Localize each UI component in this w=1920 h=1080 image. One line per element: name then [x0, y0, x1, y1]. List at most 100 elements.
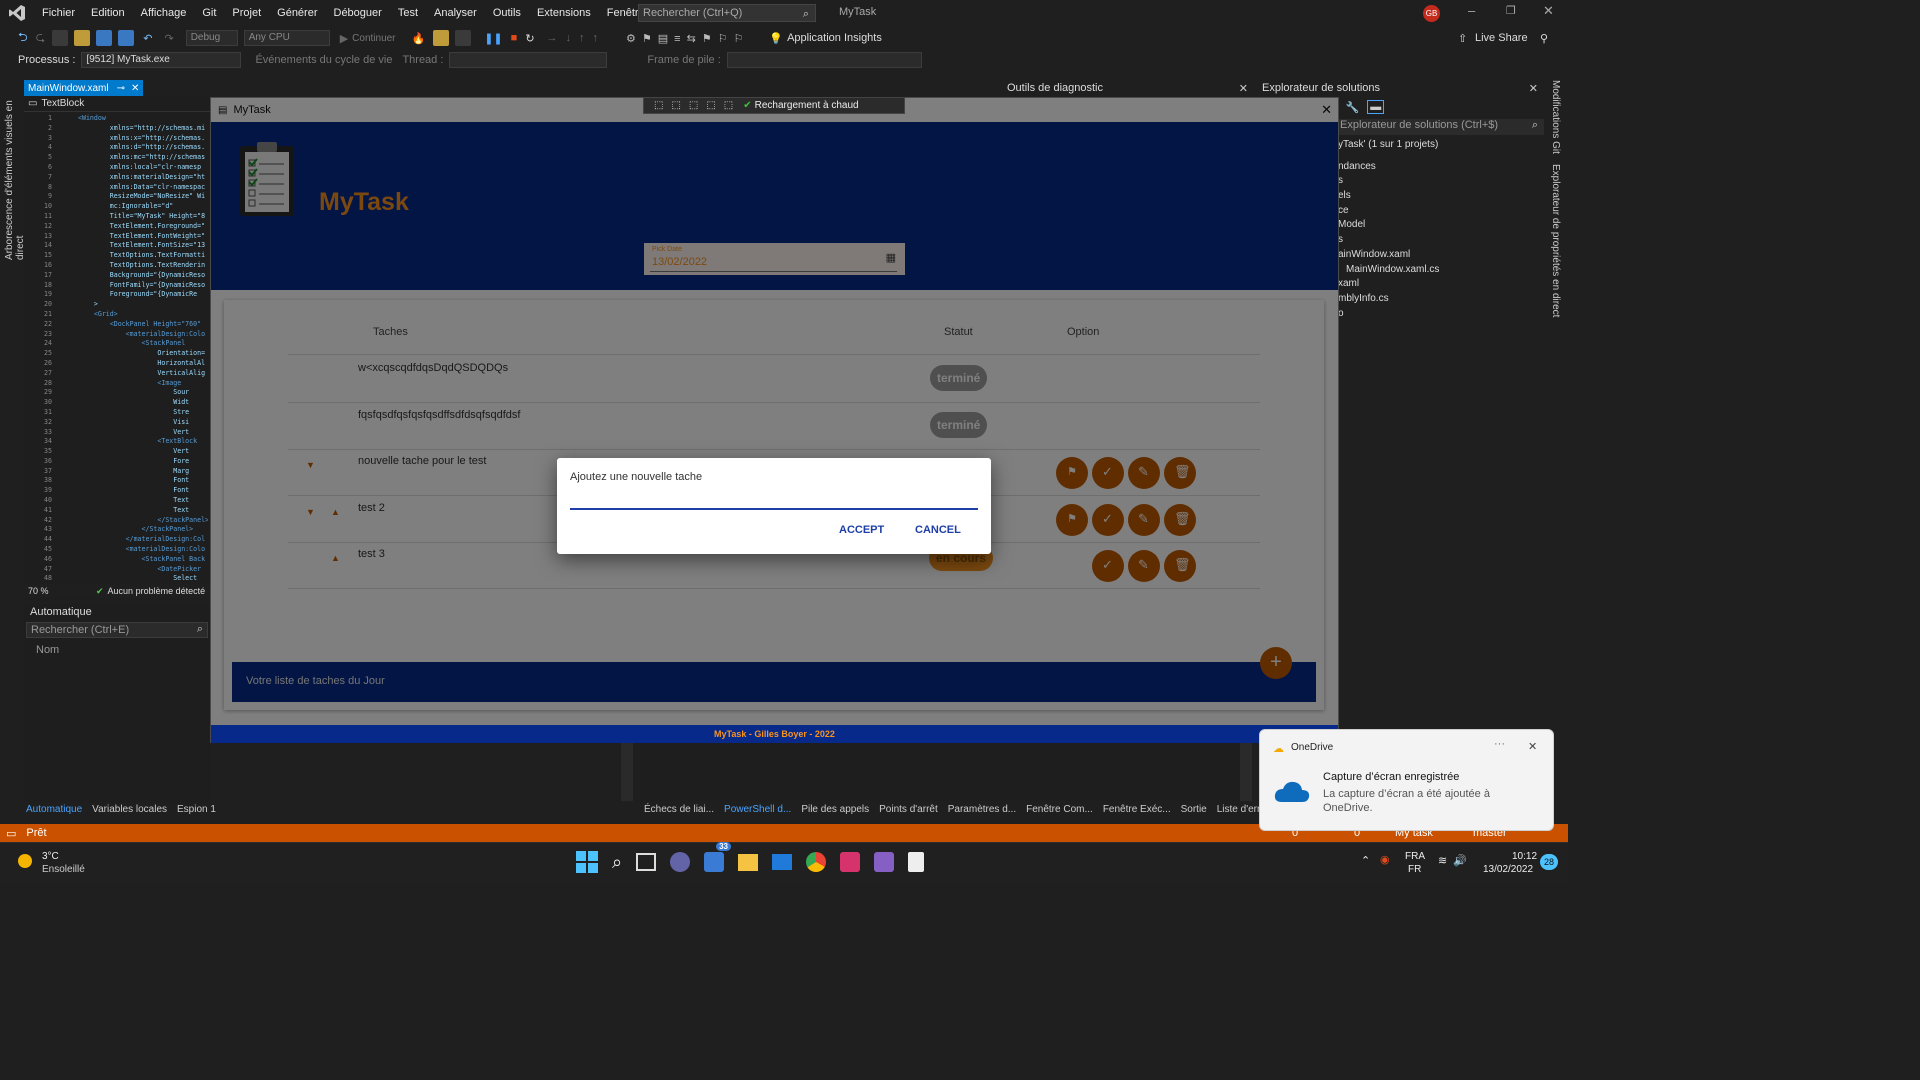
code-line[interactable]: VerticalAlig	[78, 369, 208, 379]
code-line[interactable]: HorizontalAl	[78, 359, 208, 369]
code-line[interactable]: >	[78, 300, 208, 310]
code-line[interactable]: </materialDesign:Col	[78, 535, 208, 545]
bottom-tab[interactable]: Fenêtre Com...	[1026, 804, 1093, 815]
solution-tree-item[interactable]: s	[1338, 234, 1544, 249]
scrollbar[interactable]	[621, 743, 633, 801]
menu-item-6[interactable]: Déboguer	[326, 7, 390, 19]
code-line[interactable]: </StackPanel>	[78, 525, 208, 535]
solution-tree-item[interactable]: els	[1338, 190, 1544, 205]
code-line[interactable]: Text	[78, 496, 208, 506]
continue-icon[interactable]: ▶	[340, 32, 348, 45]
code-line[interactable]: xmlns:mc="http://schemas	[78, 153, 208, 163]
code-line[interactable]: <Grid>	[78, 310, 208, 320]
cancel-button[interactable]: CANCEL	[915, 524, 961, 536]
preview-icon[interactable]: ▬	[1367, 100, 1385, 114]
stop-icon[interactable]: ■	[511, 32, 518, 44]
code-line[interactable]: Sour	[78, 388, 208, 398]
code-line[interactable]: TextElement.FontSize="13	[78, 241, 208, 251]
app-insights-icon[interactable]: 💡	[769, 32, 783, 45]
code-line[interactable]: <Window	[78, 114, 208, 124]
teams-icon[interactable]	[670, 852, 691, 872]
code-line[interactable]: Vert	[78, 428, 208, 438]
code-line[interactable]: <materialDesign:Colo	[78, 545, 208, 555]
code-line[interactable]: Vert	[78, 447, 208, 457]
code-line[interactable]: Orientation=	[78, 349, 208, 359]
solution-search[interactable]: Explorateur de solutions (Ctrl+$) ⌕	[1336, 119, 1544, 135]
toast-close-icon[interactable]: ✕	[1528, 740, 1537, 753]
redo-icon[interactable]: ↷	[164, 32, 173, 45]
solution-tree-item[interactable]: ce	[1338, 205, 1544, 220]
onedrive-toast[interactable]: ☁ OneDrive ··· ✕ Capture d’écran enregis…	[1259, 729, 1554, 831]
zoom-select[interactable]: 70 %	[24, 586, 68, 596]
start-icon[interactable]	[576, 851, 598, 873]
back-icon[interactable]: ⮌	[18, 28, 28, 49]
lifecycle-label[interactable]: Événements du cycle de vie	[255, 54, 392, 66]
config-select[interactable]: Debug	[185, 30, 238, 46]
code-line[interactable]: Stre	[78, 408, 208, 418]
process-select[interactable]: [9512] MyTask.exe	[81, 52, 242, 68]
notification-count[interactable]: 28	[1540, 854, 1558, 870]
menu-item-7[interactable]: Test	[390, 7, 426, 19]
menu-item-0[interactable]: Fichier	[34, 7, 83, 19]
bottom-tab[interactable]: Points d'arrêt	[879, 804, 938, 815]
code-line[interactable]: <DatePicker	[78, 565, 208, 575]
clock-time[interactable]: 10:12	[1512, 851, 1537, 862]
solution-close-icon[interactable]: ✕	[1529, 82, 1538, 95]
lang-2[interactable]: FR	[1408, 864, 1421, 875]
solution-tree-item[interactable]: ainWindow.xaml	[1338, 249, 1544, 264]
minimize-icon[interactable]: –	[1468, 3, 1475, 18]
forward-icon[interactable]: ⮎	[36, 28, 46, 49]
code-line[interactable]: <materialDesign:Colo	[78, 330, 208, 340]
menu-item-5[interactable]: Générer	[269, 7, 325, 19]
code-line[interactable]: Foreground="{DynamicRe	[78, 290, 208, 300]
bottom-tab[interactable]: Automatique	[26, 804, 82, 815]
accept-button[interactable]: ACCEPT	[839, 524, 884, 536]
thread-select[interactable]	[449, 52, 608, 68]
code-line[interactable]: <DockPanel Height="760"	[78, 320, 208, 330]
continue-button[interactable]: Continuer	[352, 33, 395, 44]
solution-tree-item[interactable]: yTask' (1 sur 1 projets)	[1338, 139, 1544, 154]
properties-icon[interactable]: 🔧	[1346, 101, 1360, 114]
restart-icon[interactable]: ↻	[525, 32, 534, 45]
tray-app-icon[interactable]: ◉	[1380, 853, 1390, 866]
code-line[interactable]: xmlns="http://schemas.mi	[78, 124, 208, 134]
task-name-input[interactable]	[570, 494, 978, 510]
menu-item-2[interactable]: Affichage	[133, 7, 195, 19]
browse-icon[interactable]	[433, 30, 450, 46]
pause-icon[interactable]: ❚❚	[484, 32, 502, 45]
toast-more-icon[interactable]: ···	[1494, 738, 1505, 750]
screen-icon[interactable]	[455, 30, 472, 46]
menu-item-9[interactable]: Outils	[485, 7, 529, 19]
modal-overlay[interactable]	[211, 98, 1338, 726]
explorer-icon[interactable]	[738, 853, 759, 871]
solution-tree-item[interactable]: MainWindow.xaml.cs	[1338, 264, 1544, 279]
platform-select[interactable]: Any CPU	[243, 30, 330, 46]
visual-studio-icon[interactable]	[874, 852, 895, 872]
solution-tree-item[interactable]: s	[1338, 175, 1544, 190]
editor-tab[interactable]: MainWindow.xaml ⊸ ✕	[24, 80, 144, 96]
code-line[interactable]: TextElement.FontWeight="	[78, 232, 208, 242]
code-line[interactable]: FontFamily="{DynamicReso	[78, 281, 208, 291]
restore-icon[interactable]: ❐	[1506, 4, 1516, 17]
breakpoint-icons[interactable]: ⚙⚑▤≡⇆⚑⚐⚐	[626, 32, 749, 45]
xaml-editor[interactable]: MainWindow.xaml ⊸ ✕ ▭ TextBlock 12345678…	[24, 80, 210, 600]
bottom-tab[interactable]: Échecs de liai...	[644, 804, 714, 815]
code-line[interactable]: xmlns:d="http://schemas.	[78, 143, 208, 153]
pin-icon[interactable]: ⊸	[117, 83, 125, 94]
store-icon[interactable]: 33	[704, 842, 731, 872]
code-line[interactable]: ResizeMode="NoResize" Wi	[78, 192, 208, 202]
menu-item-4[interactable]: Projet	[224, 7, 269, 19]
code-line[interactable]: xmlns:x="http://schemas.	[78, 134, 208, 144]
solution-tree-item[interactable]: xaml	[1338, 278, 1544, 293]
chrome-icon[interactable]	[806, 852, 827, 872]
debug-tool-icons[interactable]: ⬚⬚⬚⬚⬚	[654, 100, 741, 111]
save-icon[interactable]	[96, 30, 113, 46]
close-icon[interactable]: ✕	[1543, 3, 1554, 19]
solution-tree-item[interactable]: Model	[1338, 219, 1544, 234]
code-line[interactable]: Visi	[78, 418, 208, 428]
app-insights-button[interactable]: Application Insights	[787, 32, 882, 44]
code-line[interactable]: Font	[78, 476, 208, 486]
solution-tree-item[interactable]: ndances	[1338, 161, 1544, 176]
code-line[interactable]: <StackPanel Back	[78, 555, 208, 565]
open-icon[interactable]	[74, 30, 91, 46]
